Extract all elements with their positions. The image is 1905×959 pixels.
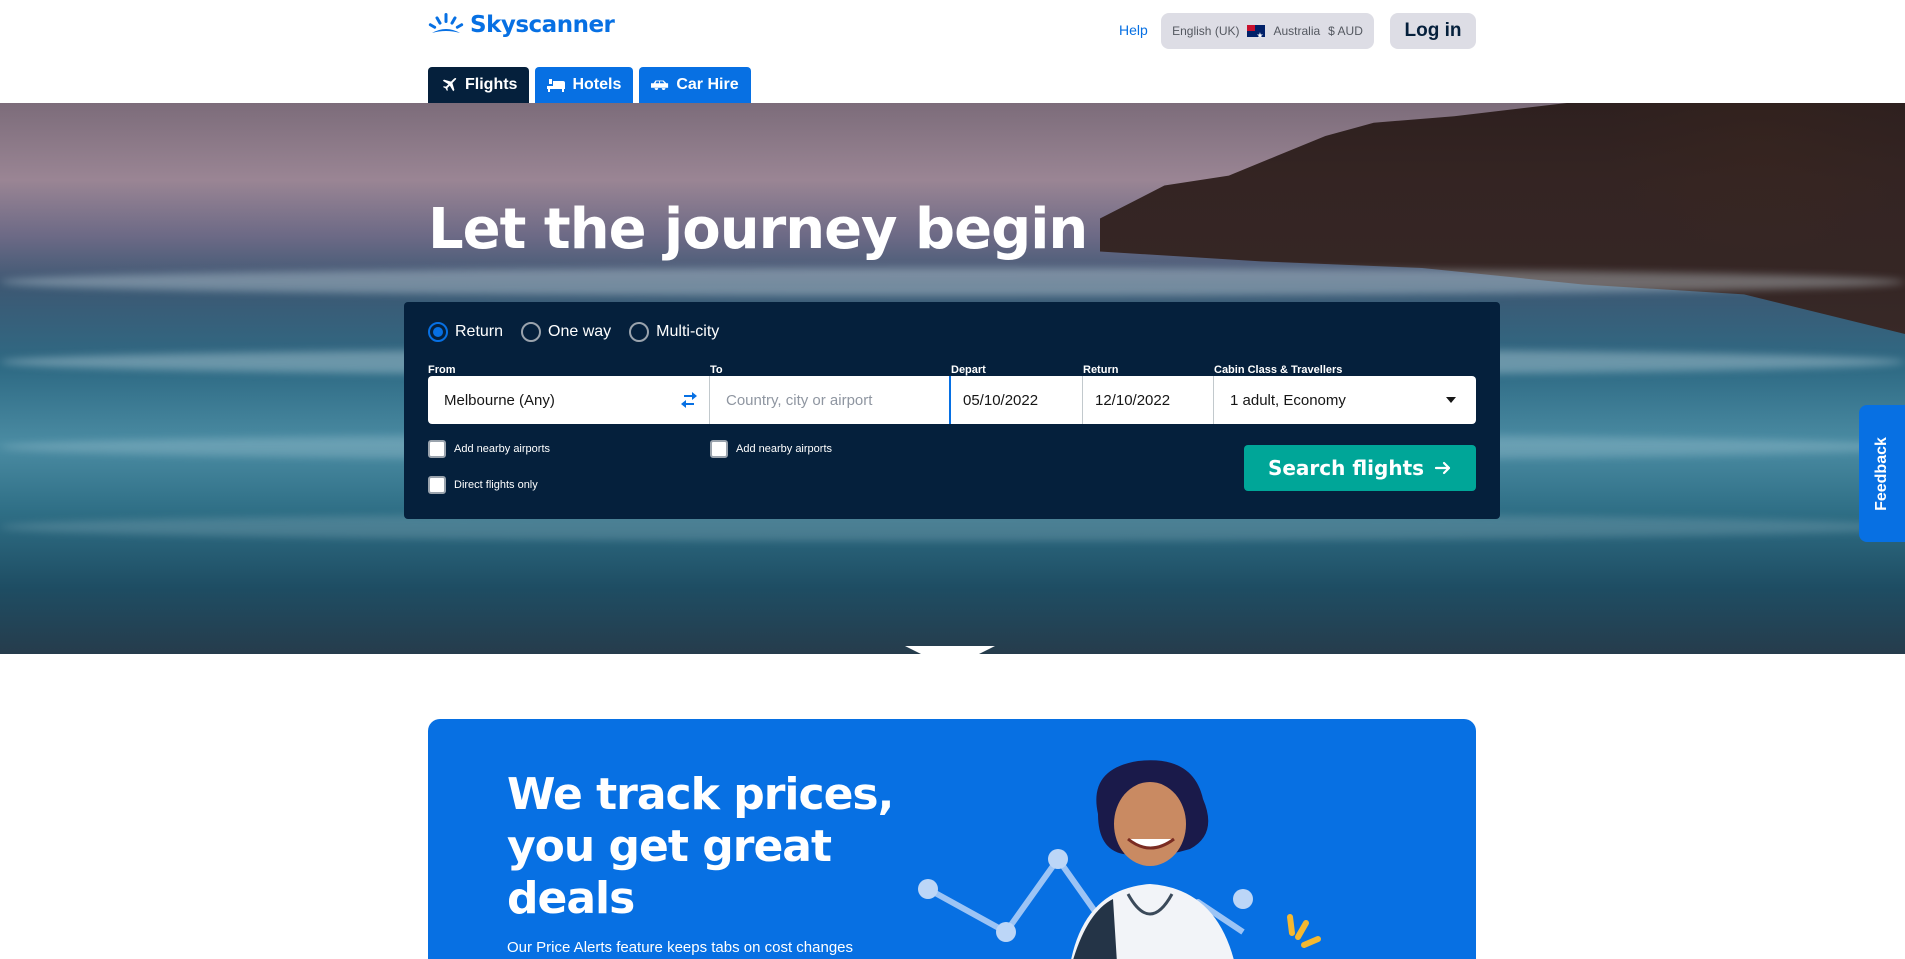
nearby-from-checkbox[interactable]: Add nearby airports — [428, 440, 550, 458]
direct-flights-checkbox[interactable]: Direct flights only — [428, 476, 538, 494]
trip-type-one-way[interactable]: One way — [521, 322, 611, 342]
to-field[interactable] — [710, 376, 951, 424]
trip-type-return[interactable]: Return — [428, 322, 503, 342]
from-field[interactable]: Melbourne (Any) — [428, 376, 710, 424]
tab-flights[interactable]: Flights — [428, 67, 530, 103]
sunburst-logo-icon — [428, 13, 464, 33]
radio-button[interactable] — [428, 322, 448, 342]
checkbox-label: Add nearby airports — [454, 443, 550, 455]
site-header: Skyscanner Help English (UK) Australia $… — [0, 0, 1905, 103]
help-link[interactable]: Help — [1119, 22, 1148, 38]
hero-title: Let the journey begin — [428, 197, 1088, 262]
feedback-tab[interactable]: Feedback — [1859, 405, 1905, 542]
product-tabs: Flights Hotels Car Hire — [428, 67, 751, 103]
car-icon — [651, 76, 669, 94]
depart-label: Depart — [951, 364, 986, 376]
return-value: 12/10/2022 — [1095, 391, 1171, 409]
search-button-label: Search flights — [1267, 456, 1425, 480]
return-field[interactable]: 12/10/2022 — [1083, 376, 1214, 424]
cabin-label: Cabin Class & Travellers — [1214, 364, 1343, 376]
cabin-travellers-field[interactable]: 1 adult, Economy — [1214, 376, 1476, 424]
chevron-down-icon — [1446, 397, 1456, 403]
trip-type-label: Multi-city — [656, 323, 720, 340]
checkbox-label: Direct flights only — [454, 479, 538, 491]
country-label: Australia — [1273, 24, 1321, 38]
trip-type-label: Return — [455, 323, 504, 340]
checkbox[interactable] — [710, 440, 728, 458]
currency-label: $ AUD — [1328, 24, 1363, 38]
checkbox-label: Add nearby airports — [736, 443, 832, 455]
swap-icon[interactable] — [679, 390, 699, 410]
from-value: Melbourne (Any) — [444, 391, 555, 409]
search-flights-button[interactable]: Search flights — [1244, 445, 1476, 491]
promo-subtitle: Our Price Alerts feature keeps tabs on c… — [507, 939, 854, 956]
checkbox[interactable] — [428, 440, 446, 458]
nearby-to-checkbox[interactable]: Add nearby airports — [710, 440, 832, 458]
hero-notch — [905, 646, 995, 676]
trip-type-multi-city[interactable]: Multi-city — [629, 322, 719, 342]
plane-icon — [440, 76, 458, 94]
skyscanner-logo[interactable]: Skyscanner — [428, 12, 615, 38]
tab-hotels[interactable]: Hotels — [535, 67, 634, 103]
price-alerts-card: We track prices, you get great deals Our… — [428, 719, 1476, 959]
cabin-value: 1 adult, Economy — [1230, 391, 1346, 409]
to-input[interactable] — [726, 391, 933, 409]
flight-search-panel: Return One way Multi-city From To Depart… — [404, 302, 1500, 519]
return-label: Return — [1083, 364, 1119, 376]
feedback-label: Feedback — [1873, 436, 1890, 511]
trip-type-selector: Return One way Multi-city — [428, 322, 719, 342]
tab-label: Flights — [465, 76, 518, 93]
depart-field[interactable]: 05/10/2022 — [951, 376, 1083, 424]
australia-flag-icon — [1247, 25, 1266, 40]
promo-title: We track prices, you get great deals — [507, 769, 894, 924]
depart-value: 05/10/2022 — [963, 391, 1039, 409]
checkbox[interactable] — [428, 476, 446, 494]
arrow-right-icon — [1434, 461, 1451, 475]
language-label: English (UK) — [1172, 24, 1240, 38]
radio-button[interactable] — [629, 322, 650, 342]
hero-banner: Let the journey begin Return One way Mul… — [0, 103, 1905, 654]
tab-car-hire[interactable]: Car Hire — [639, 67, 751, 103]
tab-label: Car Hire — [676, 76, 739, 93]
hero-wave — [0, 268, 1905, 296]
from-label: From — [428, 364, 456, 376]
login-button[interactable]: Log in — [1390, 13, 1476, 49]
bed-icon — [547, 76, 566, 94]
radio-button[interactable] — [521, 322, 542, 342]
to-label: To — [710, 364, 723, 376]
price-tracking-illustration — [918, 760, 1321, 959]
logo-text: Skyscanner — [470, 12, 615, 38]
trip-type-label: One way — [548, 323, 612, 340]
tab-label: Hotels — [572, 76, 622, 93]
locale-currency-button[interactable]: English (UK) Australia $ AUD — [1161, 13, 1374, 49]
